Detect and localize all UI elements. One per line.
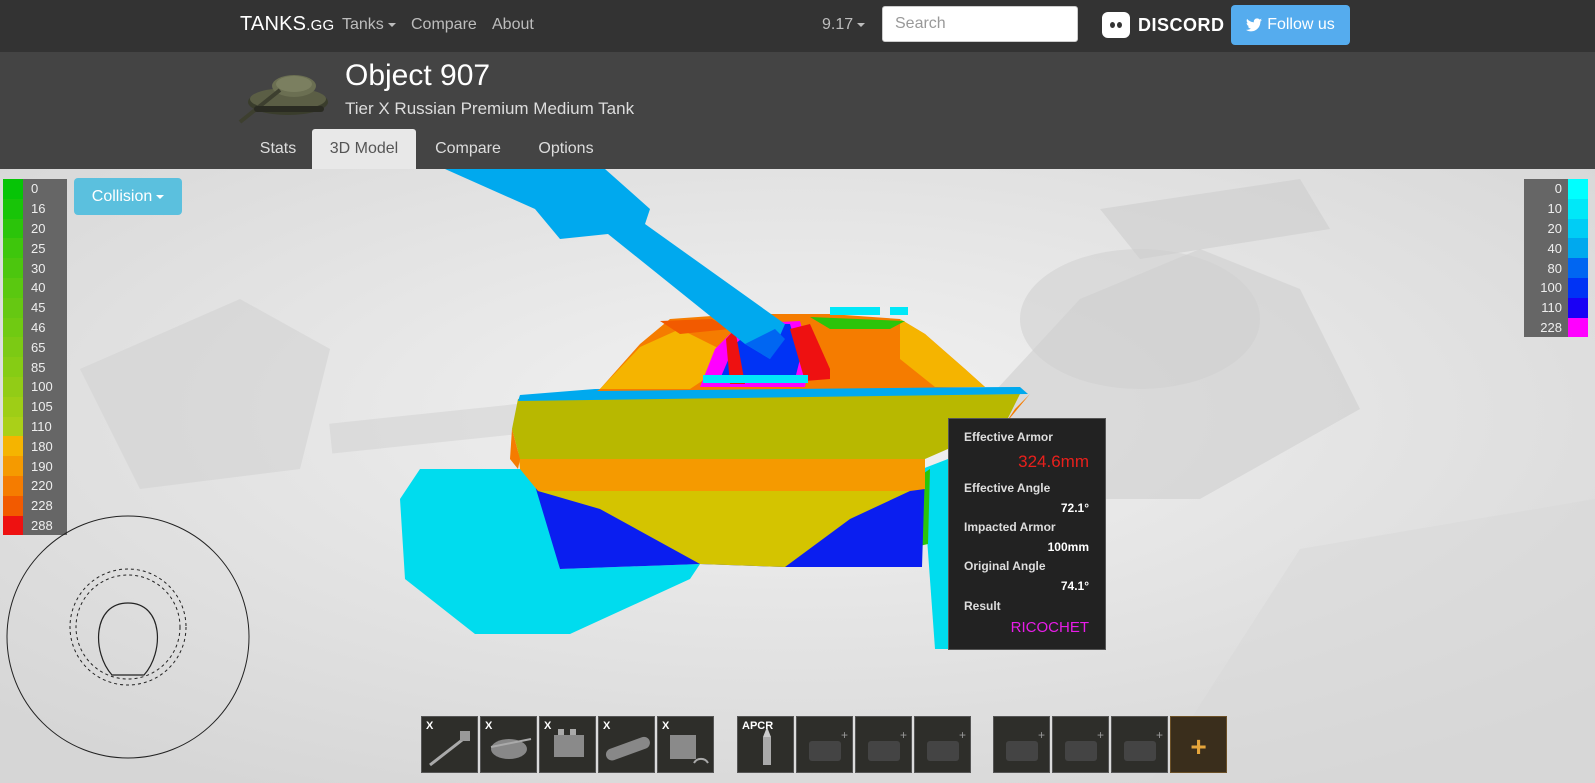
tank-name: Object 907 xyxy=(345,59,491,92)
brand-logo[interactable]: TANKS.GG xyxy=(240,13,334,36)
svg-text:+: + xyxy=(900,728,907,742)
empty-slot-icon: + xyxy=(1065,728,1104,761)
svg-text:+: + xyxy=(1156,728,1163,742)
discord-icon xyxy=(1102,12,1130,38)
ammo-empty-slot[interactable]: + xyxy=(796,716,853,773)
caret-down-icon xyxy=(857,22,866,27)
module-tier: X xyxy=(662,720,670,732)
armor-schematic xyxy=(6,515,250,759)
impacted-armor-label: Impacted Armor xyxy=(964,520,1056,534)
plus-icon: + xyxy=(1190,731,1207,762)
model-viewport[interactable]: 0 16 20 25 30 40 45 46 65 85 100 105 110 180 190 220 228… xyxy=(0,169,1595,783)
caret-down-icon xyxy=(387,22,396,27)
follow-us-button[interactable]: Follow us xyxy=(1231,5,1350,45)
follow-label: Follow us xyxy=(1267,16,1335,33)
discord-label: DISCORD xyxy=(1138,14,1225,35)
module-tier: X xyxy=(426,720,434,732)
upper-glacis xyxy=(512,394,1020,459)
result-value: RICOCHET xyxy=(1010,619,1089,636)
module-radio-slot[interactable]: X xyxy=(657,716,714,773)
tank-description: Tier X Russian Premium Medium Tank xyxy=(345,99,635,118)
empty-slot-icon: + xyxy=(1006,728,1045,761)
gun-barrel xyxy=(445,169,785,359)
tank-header: Object 907 Tier X Russian Premium Medium… xyxy=(0,52,1595,169)
impacted-armor-value: 100mm xyxy=(1047,540,1089,554)
nav-about-link[interactable]: About xyxy=(492,16,534,34)
brand-suffix: .GG xyxy=(306,17,335,34)
result-label: Result xyxy=(964,599,1001,613)
svg-text:+: + xyxy=(1097,728,1104,742)
svg-text:+: + xyxy=(841,728,848,742)
empty-slot-icon: + xyxy=(868,728,907,761)
empty-slot-icon: + xyxy=(927,728,966,761)
empty-slot-icon: + xyxy=(1124,728,1163,761)
search-input[interactable] xyxy=(882,6,1078,42)
tab-stats[interactable]: Stats xyxy=(243,129,313,169)
module-turret-slot[interactable]: X xyxy=(480,716,537,773)
nav-tanks-dropdown[interactable]: Tanks xyxy=(342,16,396,34)
top-navbar: TANKS.GG Tanks Compare About 9.17 DISCOR… xyxy=(0,0,1595,52)
module-tier: X xyxy=(485,720,493,732)
ammo-empty-slot[interactable]: + xyxy=(914,716,971,773)
empty-slot-icon: + xyxy=(809,728,848,761)
svg-text:+: + xyxy=(959,728,966,742)
ammo-empty-slot[interactable]: + xyxy=(855,716,912,773)
twitter-icon xyxy=(1246,18,1263,32)
discord-link[interactable]: DISCORD xyxy=(1102,10,1225,40)
original-angle-label: Original Angle xyxy=(964,559,1046,573)
turret-cupola xyxy=(830,307,880,315)
turret-ring-spaced xyxy=(703,375,808,383)
version-label: 9.17 xyxy=(822,16,854,33)
consumable-empty-slot[interactable]: + xyxy=(1052,716,1109,773)
module-gun-slot[interactable]: X xyxy=(421,716,478,773)
module-engine-slot[interactable]: X xyxy=(539,716,596,773)
effective-angle-value: 72.1° xyxy=(1060,501,1089,515)
consumable-empty-slot[interactable]: + xyxy=(1111,716,1168,773)
nav-tanks-label: Tanks xyxy=(342,16,384,33)
module-tracks-slot[interactable]: X xyxy=(598,716,655,773)
brand-main: TANKS xyxy=(240,13,307,35)
module-tier: X xyxy=(603,720,611,732)
tank-thumbnail xyxy=(238,75,328,124)
nav-compare-link[interactable]: Compare xyxy=(411,16,477,34)
armor-tooltip: Effective Armor 324.6mm Effective Angle … xyxy=(948,418,1106,650)
svg-text:+: + xyxy=(1038,728,1045,742)
original-angle-value: 74.1° xyxy=(1060,579,1089,593)
tab-compare[interactable]: Compare xyxy=(421,129,515,169)
effective-angle-label: Effective Angle xyxy=(964,481,1051,495)
tab-options[interactable]: Options xyxy=(522,129,610,169)
module-tier: X xyxy=(544,720,552,732)
tab-3d-model[interactable]: 3D Model xyxy=(312,129,416,169)
version-dropdown[interactable]: 9.17 xyxy=(822,16,866,34)
ammo-apcr-slot[interactable]: APCR xyxy=(737,716,794,773)
turret-hatch xyxy=(890,307,908,315)
consumable-empty-slot[interactable]: + xyxy=(993,716,1050,773)
ammo-type-label: APCR xyxy=(742,720,774,732)
effective-armor-value: 324.6mm xyxy=(1018,452,1089,471)
add-equipment-button[interactable]: + xyxy=(1170,716,1227,773)
effective-armor-label: Effective Armor xyxy=(964,430,1053,444)
